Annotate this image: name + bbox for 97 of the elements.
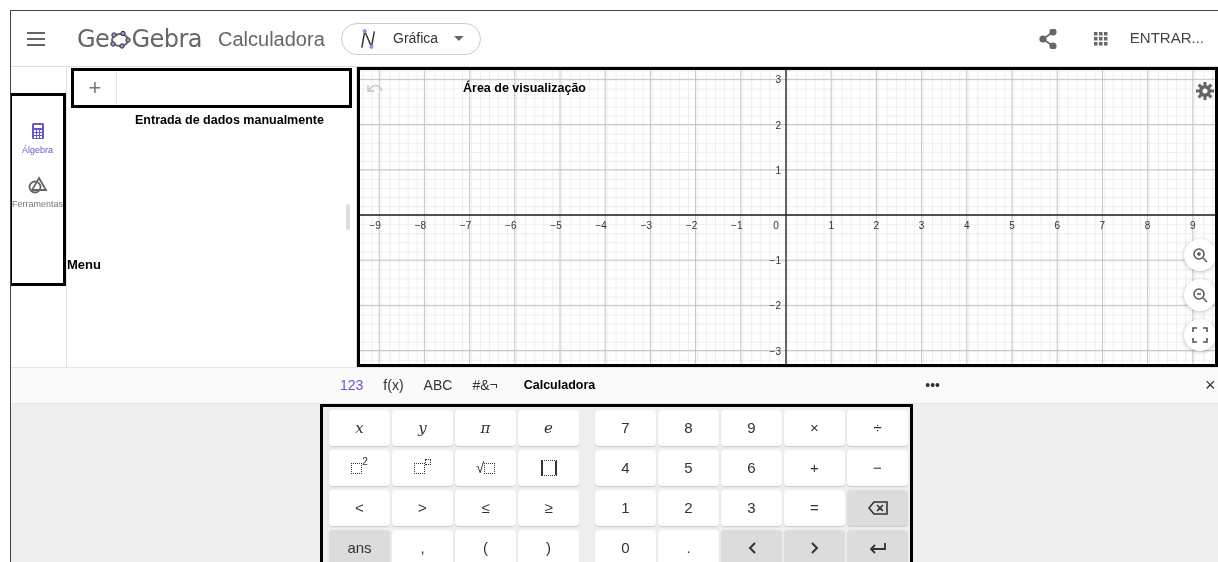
keyboard-key[interactable]: , — [392, 530, 453, 562]
keyboard-key[interactable]: 0 — [595, 530, 656, 562]
caret-icon — [454, 36, 464, 41]
keyboard-key[interactable]: 2 — [658, 490, 719, 526]
apps-grid-icon — [1093, 31, 1108, 46]
axis-tick-label: −2 — [769, 300, 781, 312]
keyboard-key[interactable]: π — [455, 410, 516, 446]
keyboard-key[interactable]: = — [784, 490, 845, 526]
axis-tick-label: 3 — [918, 220, 925, 231]
axis-tick-label: 5 — [1009, 220, 1015, 231]
resize-handle[interactable] — [346, 204, 350, 230]
calculator-icon — [30, 122, 45, 140]
annotation-label: Área de visualização — [463, 79, 586, 97]
keyboard-key[interactable]: y — [392, 410, 453, 446]
app-title: Calculadora — [218, 26, 325, 52]
keyboard-key[interactable]: < — [329, 490, 390, 526]
keyboard-key[interactable]: 6 — [721, 450, 782, 486]
apps-button[interactable] — [1093, 31, 1108, 46]
axis-tick-label: −1 — [769, 255, 781, 267]
shapes-icon — [27, 175, 48, 194]
axis-tick-label: 8 — [1144, 220, 1151, 231]
keyboard-key[interactable] — [847, 490, 908, 526]
close-button[interactable]: × — [1205, 372, 1216, 399]
sign-in-button[interactable]: ENTRAR... — [1123, 26, 1210, 51]
sidebar-item[interactable]: Álgebra — [12, 122, 63, 158]
axis-tick-label: −7 — [459, 220, 472, 231]
axis-tick-label: −3 — [640, 220, 653, 231]
zoom-in-button[interactable] — [1184, 239, 1215, 271]
zoom-out-icon — [1192, 287, 1208, 303]
axis-tick-label: 7 — [1099, 220, 1106, 231]
keyboard-tab[interactable]: f(x) — [373, 375, 414, 396]
menu-button[interactable] — [27, 31, 45, 46]
zoom-in-icon — [1192, 247, 1208, 263]
keyboard-key[interactable]: . — [658, 530, 719, 562]
share-button[interactable] — [1038, 28, 1057, 49]
keyboard-key[interactable]: 3 — [721, 490, 782, 526]
keyboard-tab[interactable]: ABC — [413, 375, 463, 396]
keyboard-tab[interactable]: #&¬ — [462, 375, 508, 396]
keyboard-key[interactable]: − — [847, 450, 908, 486]
axis-tick-label: 2 — [873, 220, 880, 231]
keyboard-key[interactable]: 5 — [658, 450, 719, 486]
keyboard-key[interactable]: ( — [455, 530, 516, 562]
axis-tick-label: 2 — [775, 119, 781, 131]
axis-tick-label: −1 — [731, 220, 743, 231]
keyboard-key[interactable]: e — [518, 410, 579, 446]
keyboard-key[interactable]: ≥ — [518, 490, 579, 526]
fullscreen-icon — [1192, 327, 1208, 343]
keyboard-key[interactable]: > — [392, 490, 453, 526]
keyboard-key[interactable]: 8 — [658, 410, 719, 446]
keyboard-key[interactable]: ÷ — [847, 410, 908, 446]
axis-tick-label: 0 — [773, 220, 779, 231]
keyboard-key[interactable]: × — [784, 410, 845, 446]
keyboard-key[interactable] — [518, 450, 579, 486]
menu-icon — [27, 31, 45, 46]
more-button[interactable]: ••• — [915, 375, 950, 396]
axis-tick-label: 4 — [964, 220, 970, 231]
keyboard-tab[interactable]: 123 — [330, 375, 374, 396]
axis-tick-label: 3 — [775, 74, 781, 86]
add-button[interactable]: + — [74, 71, 117, 105]
axis-tick-label: −6 — [505, 220, 517, 231]
keyboard-key[interactable]: 7 — [595, 410, 656, 446]
axis-tick-label: −9 — [369, 220, 381, 231]
axis-tick-label: 6 — [1054, 220, 1060, 231]
backspace-icon — [867, 501, 888, 515]
fullscreen-button[interactable] — [1184, 319, 1215, 351]
view-dropdown[interactable]: Gráfica — [340, 22, 481, 55]
keyboard-key[interactable]: ans — [329, 530, 390, 562]
keyboard-key[interactable]: + — [784, 450, 845, 486]
axis-tick-label: 1 — [828, 220, 834, 231]
settings-button[interactable] — [1196, 82, 1214, 100]
keyboard-key[interactable]: 9 — [721, 410, 782, 446]
keyboard-key[interactable] — [847, 530, 908, 562]
keyboard-key[interactable]: 4 — [595, 450, 656, 486]
axis-tick-label: −8 — [414, 220, 427, 231]
logo: Ge Gebra — [77, 23, 203, 55]
annotation-label: Entrada de dados manualmente — [135, 112, 325, 129]
share-icon — [1038, 28, 1057, 49]
keyboard-key[interactable]: ) — [518, 530, 579, 562]
keyboard-key[interactable]: x — [329, 410, 390, 446]
keyboard-key[interactable]: 2 — [329, 450, 390, 486]
axis-tick-label: −5 — [550, 220, 562, 231]
keyboard-title: Calculadora — [523, 377, 596, 395]
keyboard-key[interactable]: 1 — [595, 490, 656, 526]
zoom-out-button[interactable] — [1184, 279, 1215, 311]
axis-tick-label: −3 — [769, 345, 781, 357]
keyboard-key[interactable]: ≤ — [455, 490, 516, 526]
settings-icon — [1196, 82, 1214, 100]
keyboard-key[interactable]: √ — [455, 450, 516, 486]
input-field[interactable]: + — [71, 68, 352, 108]
axis-tick-label: 9 — [1190, 220, 1196, 231]
enter-icon — [868, 542, 887, 554]
axis-tick-label: 1 — [775, 164, 781, 176]
logo-icon — [109, 28, 132, 49]
sidebar-item[interactable]: Ferramentas — [12, 175, 63, 211]
axis-tick-label: −4 — [595, 220, 607, 231]
annotation-label: Menu — [67, 256, 101, 274]
axis-tick-label: −2 — [685, 220, 698, 231]
